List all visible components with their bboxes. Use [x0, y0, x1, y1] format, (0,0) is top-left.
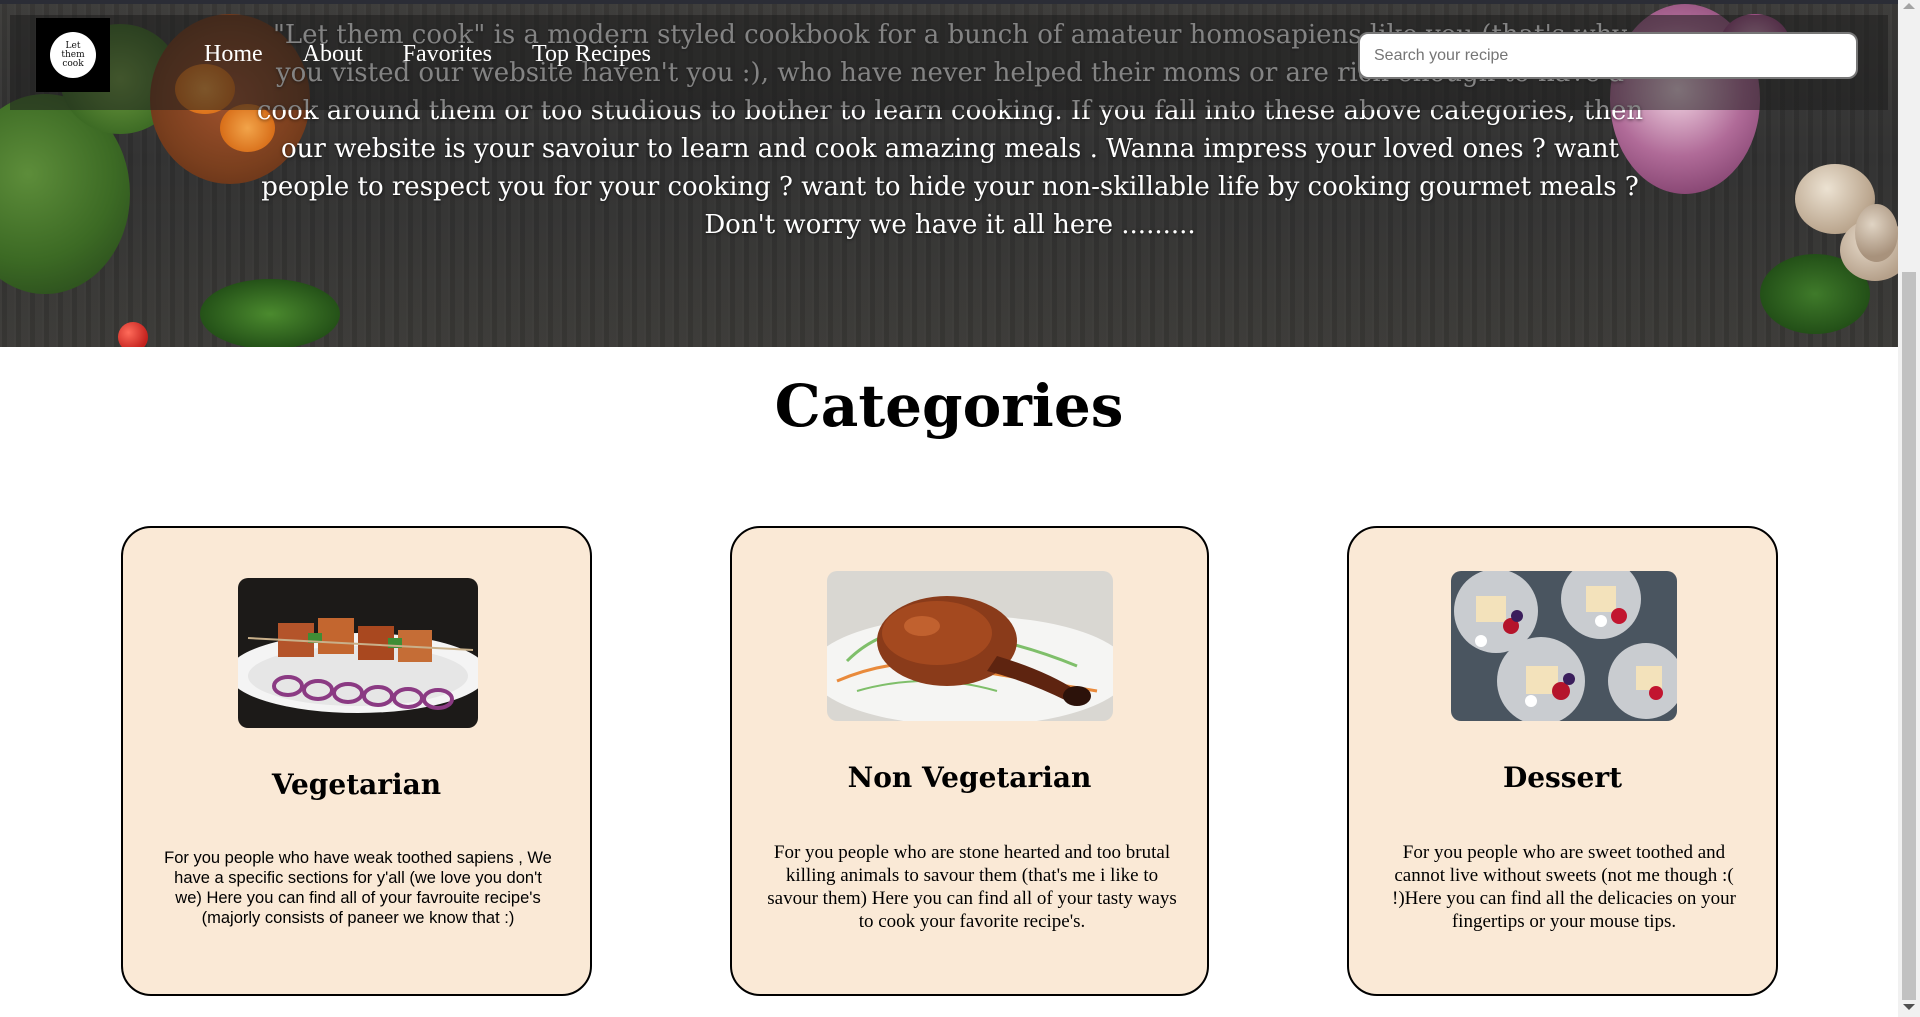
logo-text: Let them cook	[61, 40, 85, 69]
scroll-up-arrow-icon[interactable]	[1903, 3, 1915, 9]
leaf-image	[200, 279, 340, 347]
category-description-dessert: For you people who are sweet toothed and…	[1392, 842, 1736, 932]
categories-title: Categories	[774, 372, 1124, 440]
nav-links: Home About Favorites Top Recipes	[204, 41, 691, 68]
category-description-vegetarian: For you people who have weak toothed sap…	[164, 849, 552, 927]
mushroom-image	[1855, 204, 1898, 262]
category-card-dessert[interactable]: Dessert For you people who are sweet too…	[1347, 526, 1778, 996]
tomato-image	[118, 322, 148, 347]
non-vegetarian-image[interactable]	[827, 571, 1113, 721]
scrollbar-thumb[interactable]	[1902, 272, 1916, 1000]
nav-link-top-recipes[interactable]: Top Recipes	[532, 41, 651, 68]
category-card-vegetarian[interactable]: Vegetarian For you people who have weak …	[121, 526, 592, 996]
nav-link-home[interactable]: Home	[204, 41, 263, 68]
category-name-vegetarian[interactable]: Vegetarian	[123, 768, 590, 801]
dessert-image[interactable]	[1451, 571, 1677, 721]
site-logo[interactable]: Let them cook	[36, 18, 110, 92]
logo-badge: Let them cook	[50, 32, 96, 78]
scroll-down-arrow-icon[interactable]	[1903, 1004, 1915, 1010]
nav-link-about[interactable]: About	[303, 41, 363, 68]
category-name-dessert[interactable]: Dessert	[1349, 761, 1776, 794]
category-description-non-vegetarian: For you people who are stone hearted and…	[767, 842, 1177, 932]
search-input[interactable]	[1358, 32, 1858, 79]
navbar: Let them cook Home About Favorites Top R…	[10, 15, 1888, 110]
category-name-non-vegetarian[interactable]: Non Vegetarian	[732, 761, 1207, 794]
vertical-scrollbar[interactable]	[1898, 0, 1920, 1017]
category-card-non-vegetarian[interactable]: Non Vegetarian For you people who are st…	[730, 526, 1209, 996]
nav-link-favorites[interactable]: Favorites	[403, 41, 492, 68]
vegetarian-image[interactable]	[238, 578, 478, 728]
